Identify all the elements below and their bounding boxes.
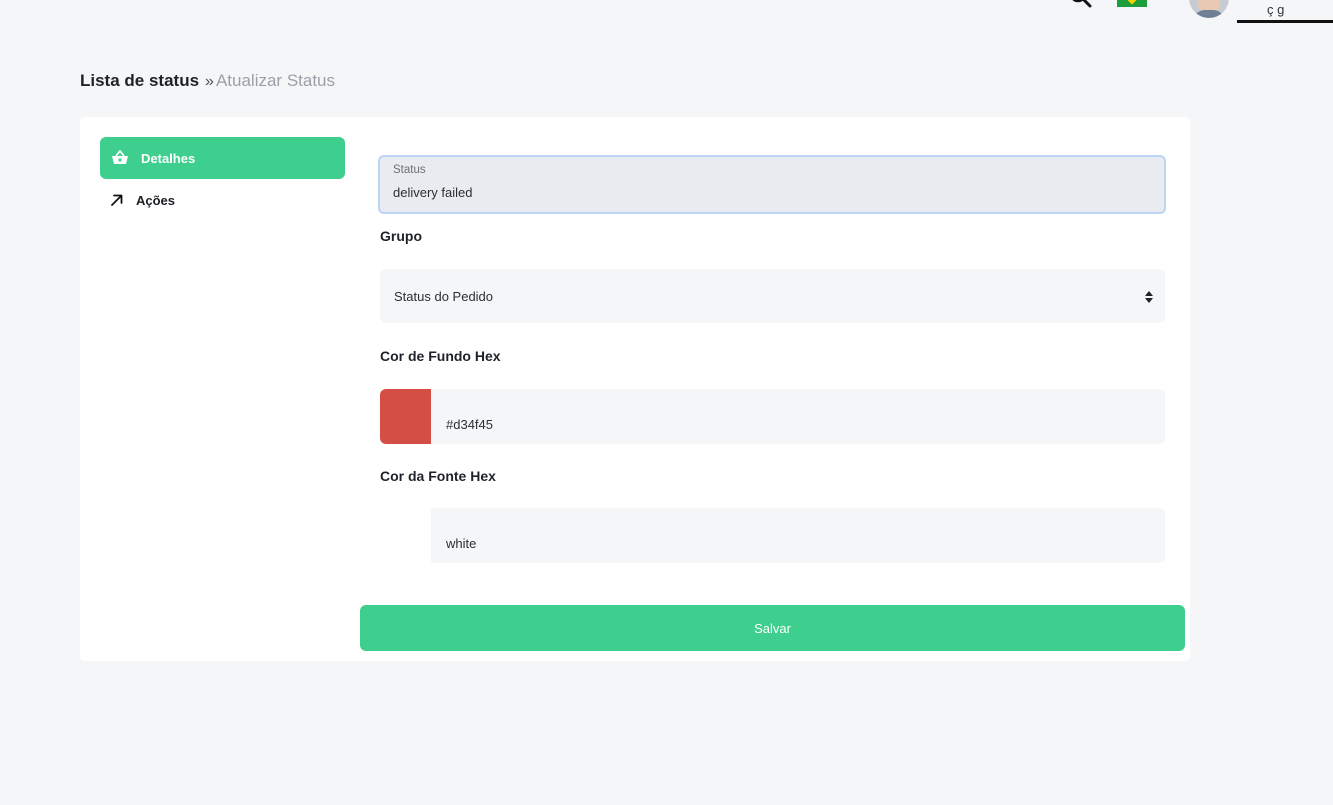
font-color-field: white [380, 508, 1165, 563]
font-color-swatch[interactable] [380, 508, 431, 563]
group-label: Grupo [380, 228, 422, 244]
breadcrumb-root-link[interactable]: Lista de status [80, 71, 199, 90]
background-color-value: #d34f45 [446, 417, 493, 432]
status-field-value: delivery failed [393, 185, 473, 200]
breadcrumb-separator: » [205, 73, 214, 90]
save-button[interactable]: Salvar [360, 605, 1185, 651]
sidebar-item-detalhes[interactable]: Detalhes [100, 137, 345, 179]
top-bar: ç g [0, 0, 1333, 30]
background-color-label: Cor de Fundo Hex [380, 348, 501, 364]
status-edit-card: Detalhes Ações Status delivery failed Gr… [80, 117, 1190, 661]
select-arrows-icon [1145, 290, 1153, 303]
group-select-value: Status do Pedido [394, 289, 494, 304]
basket-icon [109, 149, 131, 167]
status-field-label: Status [393, 164, 426, 176]
sidebar-item-label: Detalhes [141, 150, 196, 166]
font-color-input[interactable]: white [431, 508, 1165, 563]
background-color-field: #d34f45 [380, 389, 1165, 444]
arrow-up-right-icon [106, 191, 128, 209]
user-menu[interactable]: ç g [1237, 0, 1333, 23]
background-color-swatch[interactable] [380, 389, 431, 444]
status-field[interactable]: Status delivery failed [378, 155, 1166, 214]
sidebar-item-label: Ações [136, 192, 176, 208]
brazil-flag-icon[interactable] [1117, 0, 1147, 7]
breadcrumb: Lista de status » Atualizar Status [80, 71, 335, 91]
breadcrumb-current: Atualizar Status [215, 71, 336, 90]
sidebar-item-acoes[interactable]: Ações [100, 179, 345, 221]
avatar[interactable] [1189, 0, 1229, 18]
background-color-input[interactable]: #d34f45 [431, 389, 1165, 444]
group-select[interactable]: Status do Pedido [380, 269, 1165, 323]
font-color-value: white [446, 536, 477, 551]
user-name: ç g [1267, 2, 1285, 17]
search-icon[interactable] [1068, 0, 1094, 10]
font-color-label: Cor da Fonte Hex [380, 468, 496, 484]
